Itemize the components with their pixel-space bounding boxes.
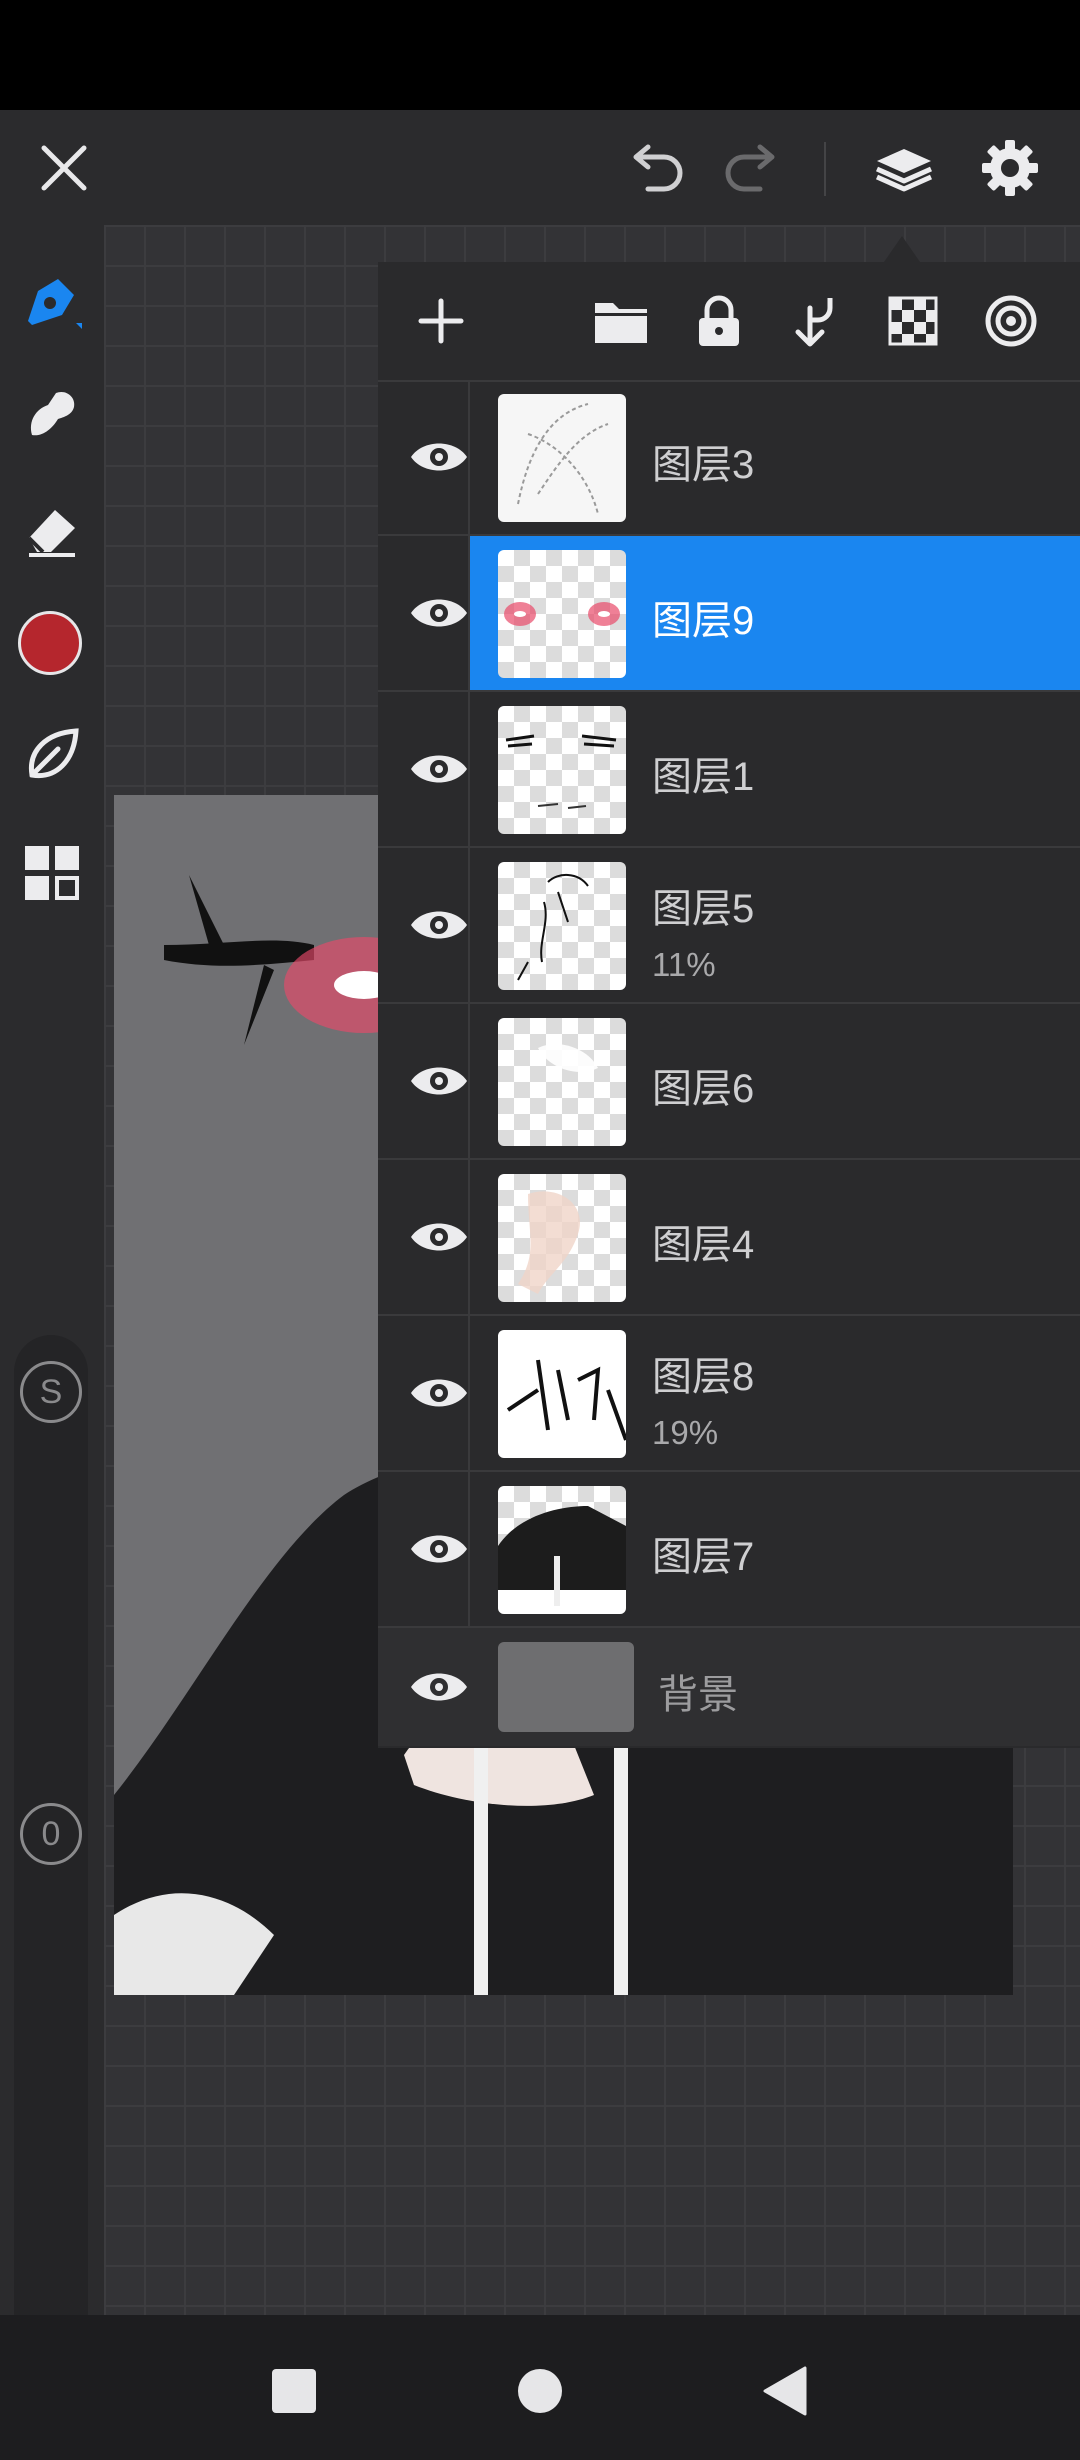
layer-opacity: 11% xyxy=(652,946,716,983)
layer-row[interactable]: 图层8 19% xyxy=(378,1316,1080,1472)
transparency-icon[interactable] xyxy=(878,286,948,356)
lock-icon[interactable] xyxy=(684,286,754,356)
layer-thumbnail xyxy=(498,550,626,678)
layer-opacity: 19% xyxy=(652,1414,719,1451)
smudge-tool-icon[interactable] xyxy=(14,377,90,453)
brush-size-knob[interactable]: S xyxy=(20,1361,82,1423)
row-divider xyxy=(468,1160,470,1314)
close-icon[interactable] xyxy=(28,132,100,204)
layer-name: 图层1 xyxy=(652,755,755,799)
circle-icon[interactable] xyxy=(508,2359,572,2423)
background-thumbnail xyxy=(498,1642,634,1732)
layer-thumbnail xyxy=(498,1018,626,1146)
background-layer-name: 背景 xyxy=(658,1673,738,1717)
layer-thumbnail xyxy=(498,1486,626,1614)
redo-icon[interactable] xyxy=(716,132,788,204)
brush-opacity-knob[interactable]: 0 xyxy=(20,1803,82,1865)
brush-opacity-slider[interactable] xyxy=(14,1780,88,2400)
color-swatch[interactable] xyxy=(18,611,82,675)
layer-row[interactable]: 图层4 xyxy=(378,1160,1080,1316)
row-divider xyxy=(468,1472,470,1626)
panel-pointer xyxy=(884,236,920,262)
background-layer-row[interactable]: 背景 xyxy=(378,1628,1080,1746)
leaf-brush-icon[interactable] xyxy=(14,717,90,793)
square-icon[interactable] xyxy=(262,2359,326,2423)
triangle-back-icon[interactable] xyxy=(752,2359,816,2423)
layer-row[interactable]: 图层5 11% xyxy=(378,848,1080,1004)
pen-tool-icon[interactable] xyxy=(14,265,90,341)
status-bar xyxy=(0,0,1080,110)
layers-panel: 图层3 图层9 图层1 图层5 11% 图层6 图层4 图层8 19% 图层7 … xyxy=(378,262,1080,1748)
system-nav-bar xyxy=(0,2315,1080,2460)
layer-name: 图层8 xyxy=(652,1355,755,1399)
layer-thumbnail xyxy=(498,1330,626,1458)
layer-name: 图层7 xyxy=(652,1535,755,1579)
layer-thumbnail xyxy=(498,394,626,522)
layer-row[interactable]: 图层3 xyxy=(378,380,1080,536)
layer-name: 图层6 xyxy=(652,1067,755,1111)
panels-grid-icon[interactable] xyxy=(14,835,90,911)
row-divider xyxy=(468,692,470,846)
layer-name: 图层9 xyxy=(652,599,755,643)
layers-toolbar xyxy=(378,262,1080,382)
eraser-tool-icon[interactable] xyxy=(14,491,90,567)
row-divider xyxy=(468,1004,470,1158)
layer-row[interactable]: 图层7 xyxy=(378,1472,1080,1628)
layer-row[interactable]: 图层1 xyxy=(378,692,1080,848)
layer-name: 图层4 xyxy=(652,1223,755,1267)
top-toolbar xyxy=(0,110,1080,225)
row-divider xyxy=(468,380,470,534)
row-divider xyxy=(468,1316,470,1470)
add-layer-icon[interactable] xyxy=(406,286,476,356)
layer-row-selected[interactable]: 图层9 xyxy=(378,536,1080,692)
toolbar-divider xyxy=(824,142,826,196)
row-divider xyxy=(468,536,470,690)
gear-icon[interactable] xyxy=(972,130,1048,206)
layer-thumbnail xyxy=(498,1174,626,1302)
visibility-eye-icon[interactable] xyxy=(398,1650,480,1724)
layer-row[interactable]: 图层6 xyxy=(378,1004,1080,1160)
layer-name: 图层3 xyxy=(652,443,755,487)
layer-thumbnail xyxy=(498,706,626,834)
layer-name: 图层5 xyxy=(652,887,755,931)
merge-down-icon[interactable] xyxy=(780,286,850,356)
folder-icon[interactable] xyxy=(586,286,656,356)
tool-sidebar: S 0 xyxy=(0,225,104,2400)
row-divider xyxy=(468,848,470,1002)
undo-icon[interactable] xyxy=(620,132,692,204)
target-icon[interactable] xyxy=(976,286,1046,356)
layer-thumbnail xyxy=(498,862,626,990)
layers-icon[interactable] xyxy=(866,130,942,206)
